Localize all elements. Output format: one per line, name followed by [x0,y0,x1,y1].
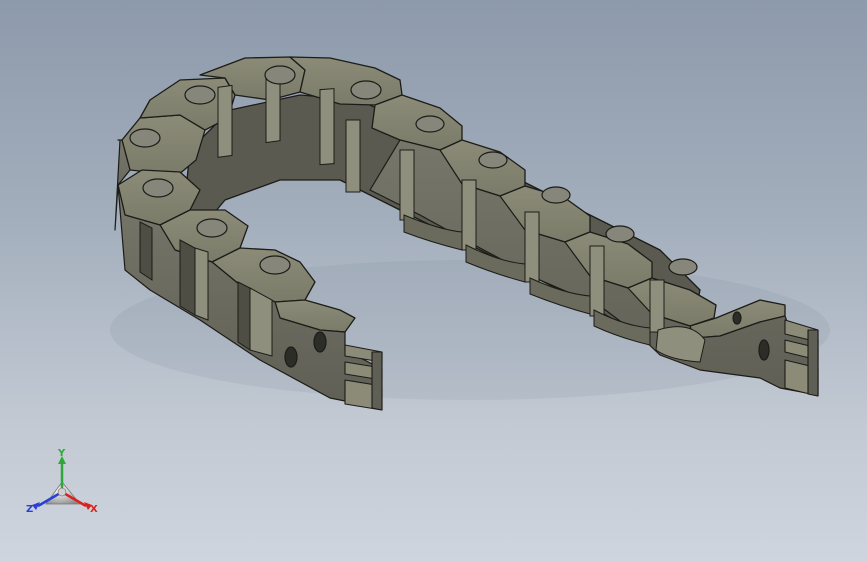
orientation-triad[interactable]: Y X Z [22,448,102,520]
triad-x-label: X [90,504,98,515]
drag-chain-model[interactable] [0,0,867,562]
graphics-viewport[interactable]: Y X Z [0,0,867,562]
triad-y-label: Y [58,448,66,459]
triad-z-label: Z [26,504,34,515]
